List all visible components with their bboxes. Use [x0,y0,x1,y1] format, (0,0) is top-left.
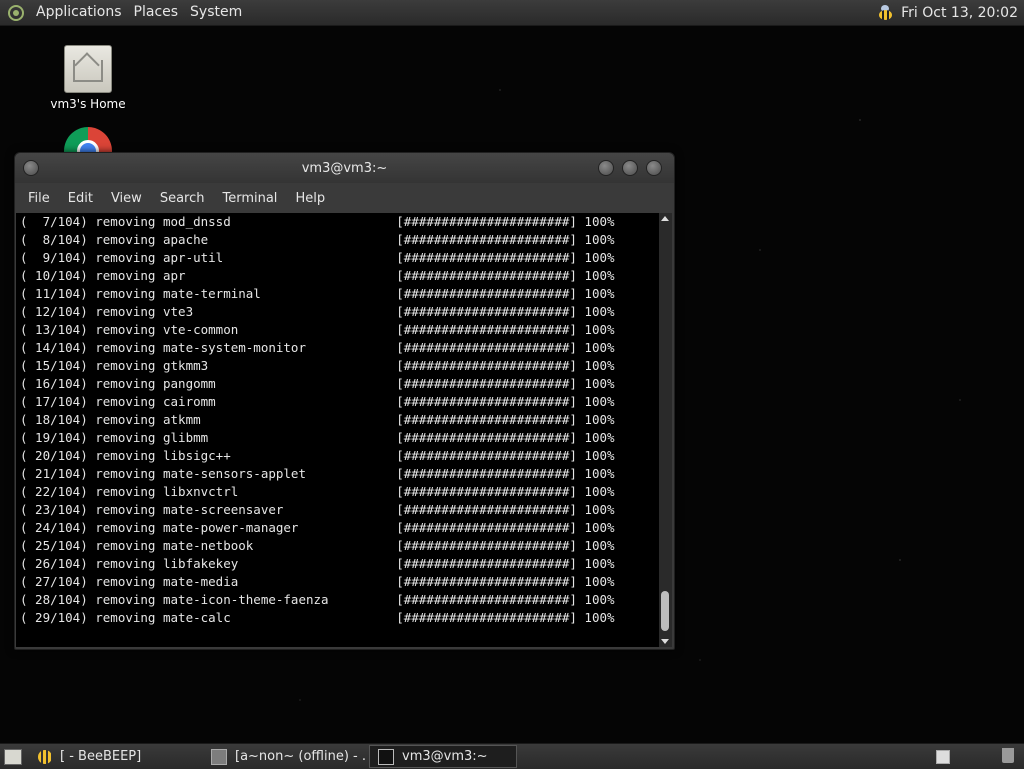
terminal-line: ( 24/104) removing mate-power-manager [#… [20,520,615,535]
task-label: vm3@vm3:~ [402,749,488,764]
terminal-line: ( 28/104) removing mate-icon-theme-faenz… [20,592,615,607]
workspace-switcher[interactable] [936,750,950,764]
maximize-button[interactable] [622,160,638,176]
terminal-line: ( 18/104) removing atkmm [##############… [20,412,615,427]
terminal-scrollbar[interactable] [659,213,672,647]
app-window-icon [211,748,227,765]
terminal-line: ( 19/104) removing glibmm [#############… [20,430,615,445]
home-folder-icon [64,45,112,93]
terminal-line: ( 22/104) removing libxnvctrl [#########… [20,484,615,499]
panel-tray: Fri Oct 13, 20:02 [875,4,1024,21]
beebeep-icon [38,749,52,764]
menu-system[interactable]: System [184,0,248,25]
terminal-line: ( 20/104) removing libsigc++ [##########… [20,448,615,463]
menu-search[interactable]: Search [151,191,214,206]
terminal-line: ( 21/104) removing mate-sensors-applet [… [20,466,615,481]
scroll-down-icon[interactable] [661,639,669,644]
trash-icon[interactable] [1002,748,1014,763]
terminal-icon [378,748,394,765]
terminal-line: ( 8/104) removing apache [##############… [20,232,615,247]
task-terminal[interactable]: vm3@vm3:~ [369,745,517,768]
terminal-line: ( 13/104) removing vte-common [#########… [20,322,615,337]
mate-logo-icon[interactable] [8,4,24,21]
terminal-line: ( 7/104) removing mod_dnssd [###########… [20,214,615,229]
close-button[interactable] [646,160,662,176]
terminal-menubar: File Edit View Search Terminal Help [15,183,674,213]
terminal-line: ( 23/104) removing mate-screensaver [###… [20,502,615,517]
terminal-line: ( 16/104) removing pangomm [############… [20,376,615,391]
task-chat[interactable]: [a~non~ (offline) - ... [203,745,367,768]
terminal-line: ( 10/104) removing apr [################… [20,268,615,283]
clock[interactable]: Fri Oct 13, 20:02 [901,5,1018,21]
terminal-line: ( 25/104) removing mate-netbook [#######… [20,538,615,553]
terminal-line: ( 15/104) removing gtkmm3 [#############… [20,358,615,373]
terminal-window: vm3@vm3:~ File Edit View Search Terminal… [14,152,675,650]
menu-applications[interactable]: Applications [30,0,128,25]
task-label: [a~non~ (offline) - ... [235,749,367,764]
scroll-up-icon[interactable] [661,216,669,221]
terminal-line: ( 11/104) removing mate-terminal [######… [20,286,615,301]
window-title: vm3@vm3:~ [301,160,388,176]
terminal-line: ( 12/104) removing vte3 [###############… [20,304,615,319]
terminal-line: ( 14/104) removing mate-system-monitor [… [20,340,615,355]
terminal-line: ( 29/104) removing mate-calc [##########… [20,610,615,625]
top-panel: Applications Places System Fri Oct 13, 2… [0,0,1024,26]
menu-places[interactable]: Places [128,0,185,25]
menu-view[interactable]: View [102,191,151,206]
task-label: [ - BeeBEEP] [60,749,142,764]
menu-file[interactable]: File [19,191,59,206]
terminal-output[interactable]: ( 7/104) removing mod_dnssd [###########… [16,213,659,647]
terminal-line: ( 27/104) removing mate-media [#########… [20,574,615,589]
menu-edit[interactable]: Edit [59,191,102,206]
task-beebeep[interactable]: [ - BeeBEEP] [30,745,201,768]
window-titlebar[interactable]: vm3@vm3:~ [15,153,674,183]
desktop-home-label: vm3's Home [50,97,126,111]
window-menu-button[interactable] [23,160,39,176]
terminal-line: ( 17/104) removing cairomm [############… [20,394,615,409]
minimize-button[interactable] [598,160,614,176]
terminal-line: ( 9/104) removing apr-util [############… [20,250,615,265]
beebeep-tray-icon[interactable] [875,4,895,21]
menu-help[interactable]: Help [286,191,334,206]
bottom-taskbar: [ - BeeBEEP] [a~non~ (offline) - ... vm3… [0,743,1024,769]
menu-terminal[interactable]: Terminal [213,191,286,206]
scrollbar-thumb[interactable] [661,591,669,631]
terminal-line: ( 26/104) removing libfakekey [#########… [20,556,615,571]
desktop-home-folder[interactable]: vm3's Home [48,45,128,111]
show-desktop-icon[interactable] [4,748,22,765]
